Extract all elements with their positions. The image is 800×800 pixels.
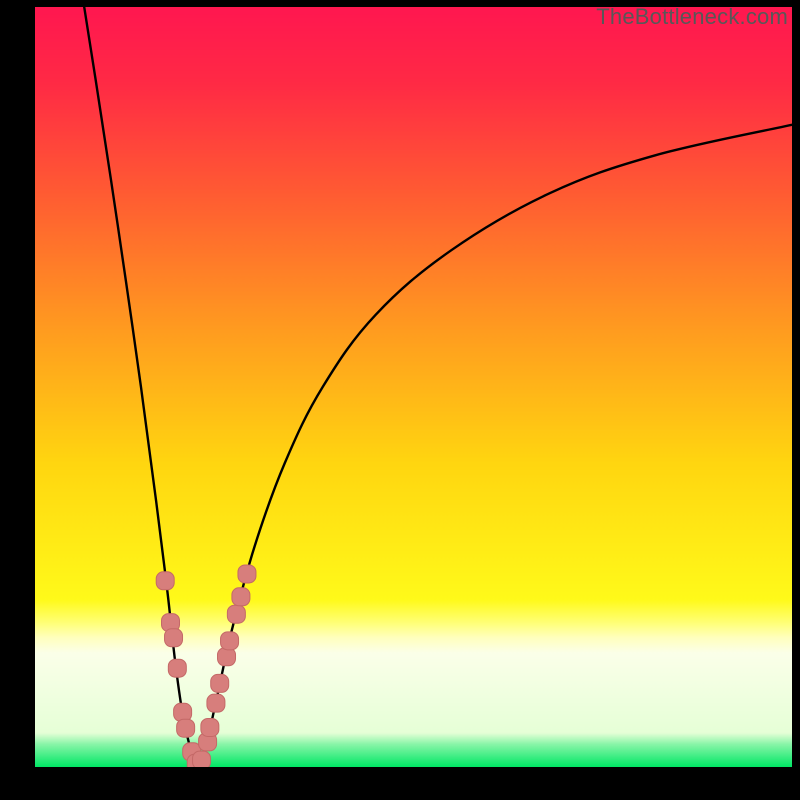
plot-area xyxy=(35,7,792,767)
data-marker xyxy=(168,659,186,677)
data-marker xyxy=(201,718,219,736)
data-marker xyxy=(238,565,256,583)
curve-layer xyxy=(35,7,792,767)
data-marker xyxy=(221,632,239,650)
data-marker xyxy=(232,588,250,606)
data-marker xyxy=(207,694,225,712)
data-marker xyxy=(193,751,211,767)
data-marker xyxy=(174,703,192,721)
watermark-text: TheBottleneck.com xyxy=(596,4,788,30)
curve-right-branch xyxy=(198,125,792,767)
data-marker xyxy=(211,674,229,692)
data-marker xyxy=(165,629,183,647)
chart-frame: TheBottleneck.com xyxy=(0,0,800,800)
curve-left-branch xyxy=(84,7,198,767)
data-marker xyxy=(156,572,174,590)
data-marker xyxy=(218,648,236,666)
data-marker xyxy=(177,719,195,737)
data-marker xyxy=(227,605,245,623)
